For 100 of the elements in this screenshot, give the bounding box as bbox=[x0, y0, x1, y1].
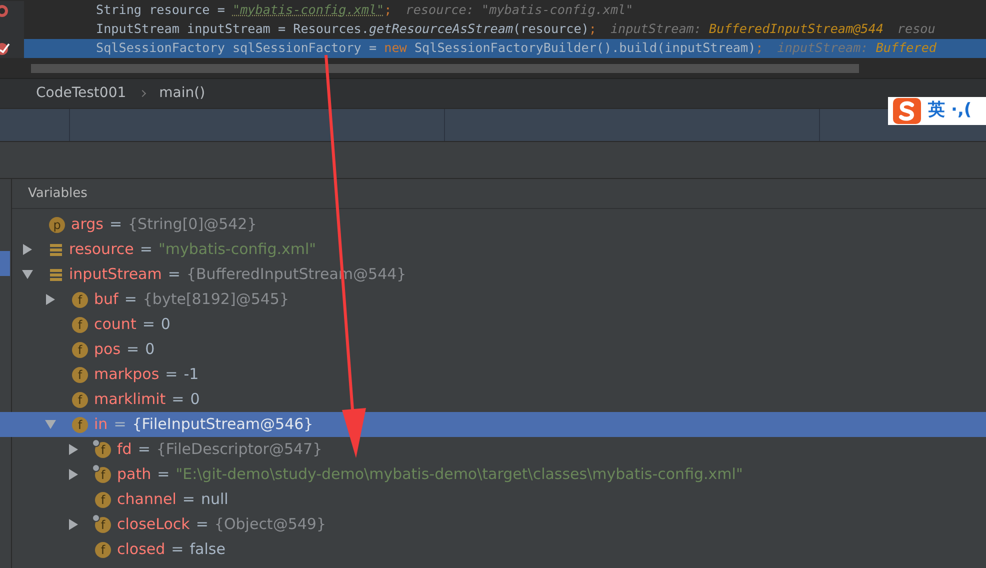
variable-value: false bbox=[190, 539, 226, 560]
field-icon: f bbox=[72, 316, 88, 332]
variable-value: {String[0]@542} bbox=[128, 214, 257, 236]
equals-sign: = bbox=[157, 464, 170, 486]
code-text: getResourceAsStream bbox=[368, 21, 514, 36]
variable-row[interactable]: resource = "mybatis-config.xml" bbox=[0, 237, 986, 262]
variable-value: "E:\git-demo\study-demo\mybatis-demo\target\classes\mybatis-config.xml" bbox=[176, 464, 743, 486]
expand-arrow-icon[interactable] bbox=[68, 469, 78, 480]
variable-name: closed bbox=[117, 539, 166, 560]
ime-logo-icon bbox=[892, 97, 922, 125]
equals-sign: = bbox=[168, 264, 180, 286]
variable-row[interactable]: f marklimit = 0 bbox=[0, 387, 986, 412]
expand-arrow-icon[interactable] bbox=[68, 444, 78, 455]
equals-sign: = bbox=[196, 514, 208, 536]
equals-sign: = bbox=[124, 289, 137, 310]
code-text: "mybatis-config.xml" bbox=[232, 2, 384, 18]
code-text: BufferedInputStream@544 bbox=[709, 21, 884, 36]
variable-value: null bbox=[200, 489, 228, 510]
code-text: String resource = bbox=[96, 2, 226, 18]
equals-sign: = bbox=[114, 414, 126, 436]
variable-value: -1 bbox=[184, 364, 199, 386]
equals-sign: = bbox=[182, 489, 195, 510]
variable-name: channel bbox=[117, 489, 176, 510]
variable-name: args bbox=[71, 214, 104, 236]
field-icon: f bbox=[95, 492, 111, 508]
variable-row[interactable]: p args = {String[0]@542} bbox=[0, 212, 986, 237]
field-icon: f bbox=[72, 416, 88, 432]
field-icon: f bbox=[72, 292, 88, 308]
variable-row[interactable]: f in = {FileInputStream@546} bbox=[0, 412, 986, 437]
variable-row[interactable]: f buf = {byte[8192]@545} bbox=[0, 287, 986, 312]
code-text: SqlSessionFactory sqlSessionFactory = bbox=[96, 40, 378, 56]
variable-row[interactable]: f pos = 0 bbox=[0, 337, 986, 362]
variable-name: resource bbox=[69, 239, 134, 260]
code-text: resou bbox=[897, 21, 936, 36]
ime-toolbar[interactable]: 英 ·,( bbox=[888, 97, 986, 125]
code-text: new bbox=[384, 40, 407, 56]
variable-value: {FileDescriptor@547} bbox=[156, 439, 322, 460]
equals-sign: = bbox=[172, 389, 184, 410]
variable-name: in bbox=[94, 414, 108, 436]
equals-sign: = bbox=[126, 339, 140, 360]
code-text: inputStream: bbox=[610, 21, 702, 36]
variable-value: "mybatis-config.xml" bbox=[158, 239, 316, 260]
expand-arrow-icon[interactable] bbox=[46, 294, 54, 305]
variable-name: pos bbox=[94, 339, 121, 360]
variable-row[interactable]: f count = 0 bbox=[0, 312, 986, 337]
scrollbar[interactable] bbox=[31, 64, 859, 73]
selection-marker bbox=[0, 251, 10, 276]
equals-sign: = bbox=[109, 214, 122, 236]
variable-row[interactable]: f closed = false bbox=[0, 537, 986, 562]
variable-row[interactable]: f fd = {FileDescriptor@547} bbox=[0, 437, 986, 462]
field-icon: f bbox=[95, 466, 111, 482]
parameter-icon: p bbox=[49, 216, 65, 232]
variable-value: {byte[8192]@545} bbox=[142, 289, 289, 310]
variable-row[interactable]: f channel = null bbox=[0, 487, 986, 512]
code-text: SqlSessionFactoryBuilder().build(inputStream) bbox=[413, 40, 756, 56]
code-text: Buffered bbox=[876, 40, 936, 56]
breadcrumb-item[interactable]: main() bbox=[159, 83, 206, 104]
code-text: inputStream: bbox=[777, 40, 870, 56]
variable-name: inputStream bbox=[69, 264, 162, 286]
list-icon bbox=[49, 242, 63, 256]
field-icon: f bbox=[72, 392, 88, 408]
collapse-arrow-icon[interactable] bbox=[22, 270, 32, 279]
variable-value: 0 bbox=[190, 389, 200, 410]
equals-sign: = bbox=[171, 539, 184, 560]
field-icon: f bbox=[95, 542, 111, 558]
code-text: InputStream inputStream = Resources. bbox=[96, 21, 369, 36]
expand-arrow-icon[interactable] bbox=[22, 244, 32, 255]
field-icon: f bbox=[95, 516, 111, 532]
variable-name: closeLock bbox=[117, 514, 190, 536]
expand-arrow-icon[interactable] bbox=[68, 519, 78, 530]
equals-sign: = bbox=[140, 239, 152, 260]
code-text: (resource) bbox=[513, 21, 589, 36]
variable-row[interactable]: f path = "E:\git-demo\study-demo\mybatis-demo\target\classes\mybatis-config.xml" bbox=[0, 462, 986, 487]
code-text: resource: "mybatis-config.xml" bbox=[406, 2, 634, 18]
breadcrumb-item[interactable]: CodeTest001 bbox=[36, 83, 126, 104]
variable-name: markpos bbox=[94, 364, 160, 386]
variable-name: buf bbox=[94, 289, 118, 310]
variable-row[interactable]: f closeLock = {Object@549} bbox=[0, 512, 986, 537]
code-text: ; bbox=[588, 21, 596, 36]
equals-sign: = bbox=[142, 314, 155, 336]
variable-name: marklimit bbox=[94, 389, 166, 410]
ime-punctuation[interactable]: ·,( bbox=[951, 98, 972, 124]
breakpoint-icon[interactable] bbox=[0, 42, 12, 56]
variable-value: 0 bbox=[160, 314, 170, 336]
variable-name: fd bbox=[117, 439, 132, 460]
field-icon: f bbox=[72, 366, 88, 382]
code-text: ; bbox=[384, 2, 392, 18]
variable-value: 0 bbox=[145, 339, 155, 360]
equals-sign: = bbox=[165, 364, 178, 386]
variable-value: {FileInputStream@546} bbox=[132, 414, 314, 436]
variable-value: {Object@549} bbox=[214, 514, 326, 536]
variable-row[interactable]: f markpos = -1 bbox=[0, 362, 986, 387]
variable-name: path bbox=[117, 464, 152, 486]
code-text: ; bbox=[756, 40, 764, 56]
field-icon: f bbox=[72, 342, 88, 358]
variable-name: count bbox=[94, 314, 136, 336]
panel-title: Variables bbox=[28, 184, 88, 203]
ime-mode[interactable]: 英 bbox=[928, 98, 945, 124]
list-icon bbox=[49, 268, 63, 282]
field-icon: f bbox=[95, 442, 111, 458]
